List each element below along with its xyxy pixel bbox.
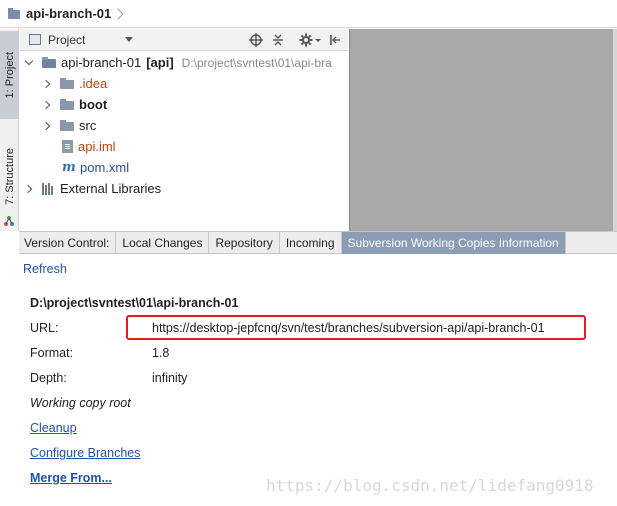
- tree-item-label: boot: [79, 97, 108, 112]
- right-tool-strip: [613, 29, 617, 231]
- merge-from-link[interactable]: Merge From...: [30, 471, 112, 485]
- url-row: URL: https://desktop-jepfcnq/svn/test/br…: [30, 321, 610, 335]
- depth-value: infinity: [152, 371, 188, 385]
- collapse-all-icon[interactable]: [271, 33, 285, 47]
- watermark: https://blog.csdn.net/lidefang0918: [266, 476, 594, 495]
- tool-tab-project[interactable]: 1: Project: [0, 31, 19, 119]
- project-folder-icon: [8, 7, 20, 20]
- gear-dropdown-icon[interactable]: [314, 33, 322, 47]
- chevron-down-icon[interactable]: [125, 37, 134, 42]
- project-view-icon: [29, 34, 41, 45]
- version-control-tabbar: Version Control: Local Changes Repositor…: [19, 231, 617, 254]
- editor-area: [349, 29, 617, 231]
- tree-item-src[interactable]: src: [42, 115, 96, 136]
- libraries-icon: [42, 182, 55, 195]
- module-name-label: [api]: [146, 55, 174, 70]
- depth-label: Depth:: [30, 371, 67, 385]
- tree-item-api-iml[interactable]: api.iml: [62, 136, 116, 157]
- folder-icon: [60, 120, 74, 131]
- chevron-right-icon: [117, 7, 124, 21]
- gear-icon[interactable]: [299, 33, 313, 47]
- tab-repository[interactable]: Repository: [209, 232, 280, 254]
- tool-tab-structure-label: 7: Structure: [3, 147, 16, 205]
- hide-panel-icon[interactable]: [328, 33, 342, 47]
- tree-item-boot[interactable]: boot: [42, 94, 107, 115]
- tree-item-external-libraries[interactable]: External Libraries: [24, 178, 161, 199]
- breadcrumb-project-name[interactable]: api-branch-01: [26, 6, 111, 21]
- module-folder-icon: [60, 99, 74, 110]
- working-copy-path: D:\project\svntest\01\api-branch-01: [30, 296, 239, 310]
- chevron-right-icon[interactable]: [24, 184, 34, 194]
- tree-item-label: .idea: [79, 76, 108, 91]
- maven-icon: m: [62, 160, 76, 175]
- tree-item-label: External Libraries: [60, 181, 162, 196]
- working-copy-info-panel: Refresh D:\project\svntest\01\api-branch…: [19, 254, 617, 506]
- tool-tab-project-label: 1: Project: [3, 51, 16, 99]
- breadcrumb: api-branch-01: [0, 0, 617, 28]
- format-row: Format: 1.8: [30, 346, 330, 360]
- tab-subversion-working-copies[interactable]: Subversion Working Copies Information: [341, 232, 566, 254]
- tab-incoming[interactable]: Incoming: [280, 232, 342, 254]
- refresh-link[interactable]: Refresh: [23, 262, 67, 276]
- project-panel-header: Project: [20, 29, 348, 51]
- tree-item-label: pom.xml: [80, 160, 130, 175]
- tree-item-label: src: [79, 118, 97, 133]
- module-path-label: D:\project\svntest\01\api-bra: [181, 55, 332, 70]
- tree-item-idea[interactable]: .idea: [42, 73, 107, 94]
- tree-item-api-branch-01[interactable]: api-branch-01 [api] D:\project\svntest\0…: [24, 52, 332, 73]
- locate-target-icon[interactable]: [249, 33, 263, 47]
- iml-file-icon: [62, 140, 73, 153]
- tab-local-changes[interactable]: Local Changes: [116, 232, 210, 254]
- module-folder-icon: [42, 57, 56, 68]
- bottom-left-strip: [0, 231, 19, 506]
- format-label: Format:: [30, 346, 74, 360]
- depth-row: Depth: infinity: [30, 371, 330, 385]
- tree-item-label: api.iml: [78, 139, 116, 154]
- chevron-right-icon[interactable]: [42, 121, 52, 131]
- tree-item-label: api-branch-01: [61, 55, 142, 70]
- folder-icon: [60, 78, 74, 89]
- working-copy-root-label: Working copy root: [30, 396, 131, 410]
- url-value: https://desktop-jepfcnq/svn/test/branche…: [152, 321, 545, 335]
- version-control-label: Version Control:: [19, 232, 117, 254]
- project-view-selector[interactable]: Project: [48, 33, 85, 47]
- url-label: URL:: [30, 321, 59, 335]
- chevron-right-icon[interactable]: [42, 79, 52, 89]
- tree-item-pom-xml[interactable]: m pom.xml: [62, 157, 129, 178]
- format-value: 1.8: [152, 346, 170, 360]
- chevron-right-icon[interactable]: [42, 100, 52, 110]
- chevron-down-icon[interactable]: [24, 58, 34, 68]
- structure-icon: [4, 216, 14, 226]
- project-tree: api-branch-01 [api] D:\project\svntest\0…: [20, 52, 348, 231]
- cleanup-link[interactable]: Cleanup: [30, 421, 77, 435]
- left-tool-strip: 1: Project 7: Structure: [0, 29, 19, 231]
- configure-branches-link[interactable]: Configure Branches: [30, 446, 140, 460]
